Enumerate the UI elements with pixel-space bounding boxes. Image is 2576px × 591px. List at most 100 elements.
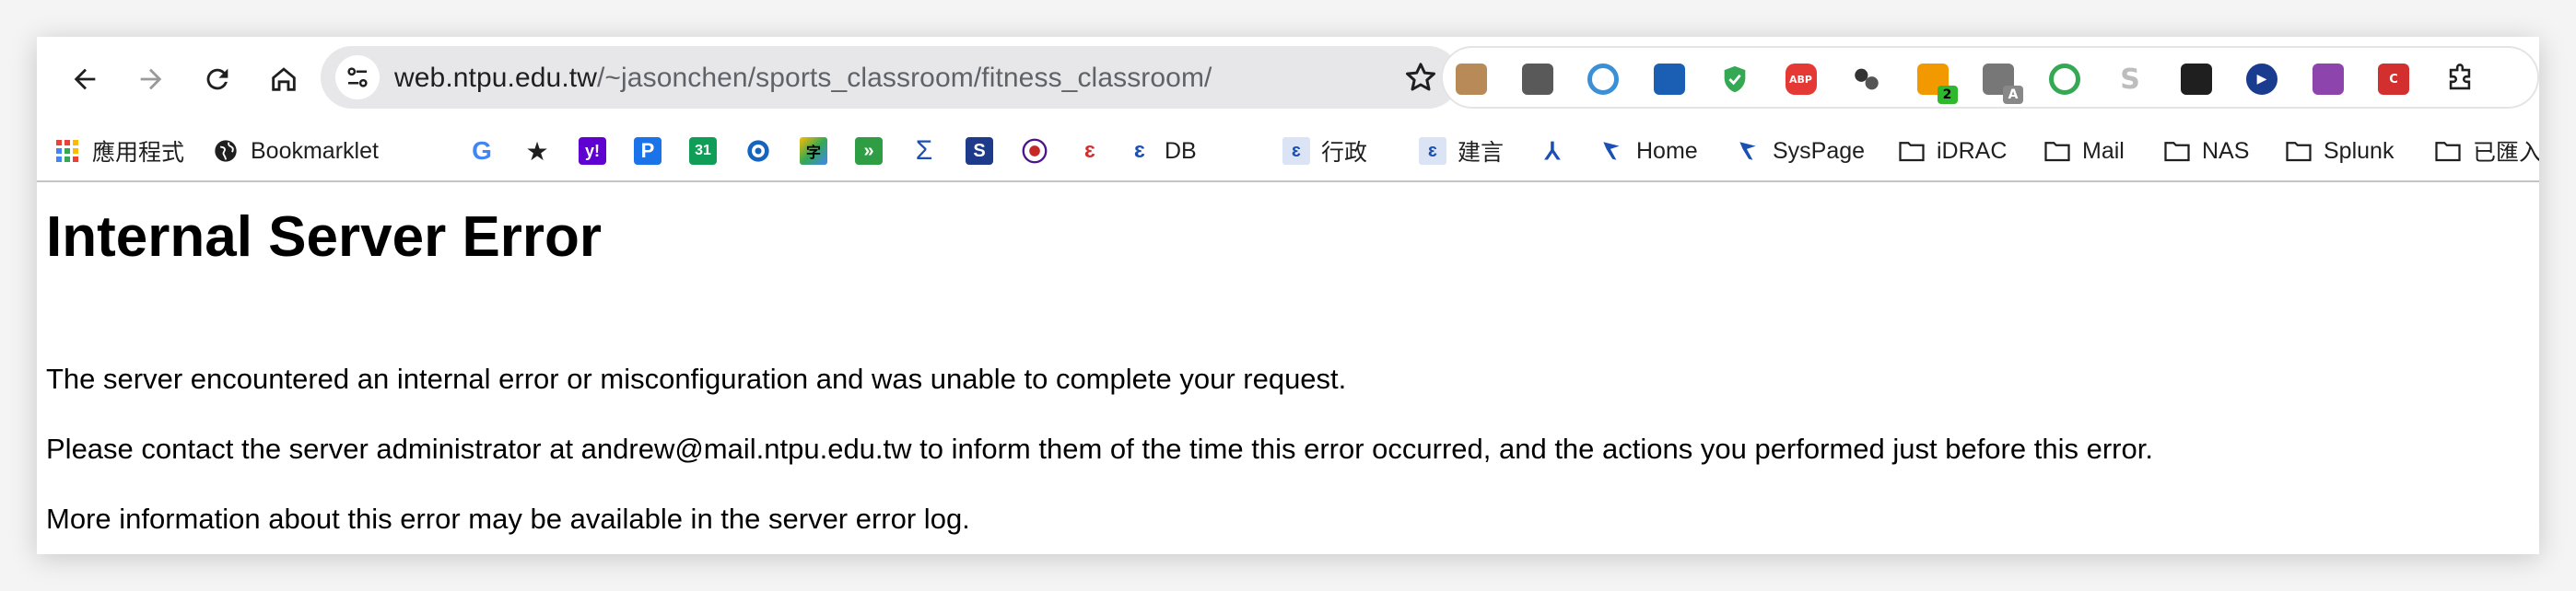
bookmark-suggest-label: 建言	[1458, 140, 1505, 166]
swoosh-tile-icon: ɛ	[1282, 137, 1310, 165]
url-path: /~jasonchen/sports_classroom/fitness_cla…	[596, 63, 1212, 93]
bookmark-apps[interactable]: 應用程式	[53, 134, 184, 168]
home-icon	[272, 67, 296, 91]
bookmark-stripes[interactable]: S	[966, 134, 993, 168]
blue-book-icon[interactable]	[1653, 64, 1685, 95]
error-message-3: More information about this error may be…	[46, 503, 970, 535]
bookmark-runner[interactable]: ⅄	[1539, 134, 1566, 168]
stripes-logo-icon: S	[966, 137, 993, 165]
gray-s-icon[interactable]: S	[2114, 64, 2146, 96]
bookmark-folder-nas[interactable]: NAS	[2163, 134, 2249, 168]
bookmark-db[interactable]: ɛ DB	[1126, 134, 1197, 168]
puzzle-icon[interactable]	[2444, 64, 2476, 95]
tune-icon	[347, 67, 368, 87]
folder-icon	[2043, 137, 2071, 165]
bookmark-folder-idrac[interactable]: iDRAC	[1898, 134, 2007, 168]
bookmark-nas-label: NAS	[2202, 137, 2250, 164]
bookmark-seal[interactable]	[1021, 134, 1048, 168]
purple-download-icon[interactable]	[2312, 64, 2344, 95]
download-arrow-icon[interactable]: 2	[1916, 64, 1958, 104]
bookmark-home[interactable]: Home	[1598, 134, 1698, 168]
bookmark-bookmarklet-label: Bookmarklet	[251, 137, 379, 164]
extension-badge: A	[2003, 86, 2023, 104]
folder-icon	[1898, 137, 1926, 165]
bookmark-db-label: DB	[1165, 137, 1197, 164]
bookmark-idrac-label: iDRAC	[1937, 137, 2008, 164]
apps-grid-icon	[53, 137, 81, 165]
bookmark-folder-imported[interactable]: 已匯入	[2434, 134, 2539, 168]
bookmark-star[interactable]: ★	[523, 134, 551, 168]
university-seal-icon	[1021, 137, 1048, 165]
bookmark-home-label: Home	[1636, 137, 1698, 164]
green-chevron-icon: »	[855, 137, 883, 165]
tampermonkey-icon[interactable]	[2180, 64, 2212, 95]
bookmark-p[interactable]: P	[634, 134, 662, 168]
bookmark-target[interactable]	[744, 134, 772, 168]
runner-icon: ⅄	[1545, 136, 1560, 165]
bitwarden-icon[interactable]	[1521, 64, 1553, 95]
bookmark-syspage[interactable]: SysPage	[1734, 134, 1865, 168]
star-outline-icon[interactable]	[1402, 59, 1439, 96]
calendar-icon: 31	[689, 137, 717, 165]
globe-icon	[212, 137, 240, 165]
bookmark-swoosh[interactable]: ɛ	[1076, 134, 1104, 168]
url-text[interactable]: web.ntpu.edu.tw/~jasonchen/sports_classr…	[394, 63, 1212, 94]
swoosh-logo-icon: ɛ	[1084, 138, 1095, 163]
color-picker-icon[interactable]	[1587, 64, 1619, 95]
arrow-left-icon	[74, 68, 96, 90]
bookmark-folder-splunk[interactable]: Splunk	[2285, 134, 2394, 168]
address-bar[interactable]: web.ntpu.edu.tw/~jasonchen/sports_classr…	[321, 46, 1459, 109]
target-icon	[744, 137, 772, 165]
extensions-area: ABP 2 A S ▶ C	[1441, 46, 2539, 109]
browser-window: web.ntpu.edu.tw/~jasonchen/sports_classr…	[37, 37, 2539, 554]
swoosh-tile-icon: ɛ	[1419, 137, 1446, 165]
green-ring-icon[interactable]	[2048, 64, 2080, 95]
circles-icon[interactable]	[1851, 64, 1882, 95]
colorful-tile-icon: 字	[800, 137, 827, 165]
reload-button[interactable]	[193, 55, 241, 103]
error-title: Internal Server Error	[46, 205, 603, 269]
folder-icon	[2434, 137, 2462, 165]
play-circle-icon[interactable]: ▶	[2246, 64, 2277, 95]
bookmark-splunk-label: Splunk	[2324, 137, 2395, 164]
bookmark-sigma[interactable]: Σ	[910, 134, 938, 168]
red-c-icon[interactable]: C	[2378, 64, 2409, 95]
browser-toolbar: web.ntpu.edu.tw/~jasonchen/sports_classr…	[37, 37, 2539, 122]
bookmark-imported-label: 已匯入	[2473, 140, 2539, 166]
google-icon: G	[472, 136, 492, 165]
blue-flag-icon	[1598, 137, 1625, 165]
bookmark-suggest[interactable]: ɛ 建言	[1419, 134, 1504, 168]
bookmark-admin[interactable]: ɛ 行政	[1282, 134, 1367, 168]
reload-icon	[206, 68, 228, 90]
folder-icon	[2163, 137, 2191, 165]
arrow-right-icon	[140, 68, 162, 90]
bookmark-folder-mail[interactable]: Mail	[2043, 134, 2125, 168]
folder-icon	[2285, 137, 2313, 165]
blue-flag-icon	[1734, 137, 1762, 165]
bookmark-google[interactable]: G	[468, 134, 496, 168]
swoosh-logo-icon: ɛ	[1134, 138, 1145, 163]
extension-badge: 2	[1937, 86, 1958, 104]
bookmark-yahoo[interactable]: y!	[579, 134, 606, 168]
bookmark-calendar[interactable]: 31	[689, 134, 717, 168]
p-logo-icon: P	[634, 137, 662, 165]
bookmark-admin-label: 行政	[1321, 140, 1368, 166]
url-host: web.ntpu.edu.tw	[394, 63, 597, 93]
error-message-2: Please contact the server administrator …	[46, 433, 2153, 465]
error-message-1: The server encountered an internal error…	[46, 363, 1347, 395]
page-content: Internal Server Error The server encount…	[37, 182, 2539, 554]
home-button[interactable]	[260, 55, 308, 103]
adblock-plus-icon[interactable]: ABP	[1785, 64, 1817, 95]
bookmark-bookmarklet[interactable]: Bookmarklet	[212, 134, 379, 168]
bookmark-colorful[interactable]: 字	[800, 134, 827, 168]
translate-icon[interactable]: A	[1983, 64, 2023, 104]
cookie-icon[interactable]	[1456, 64, 1487, 95]
bookmark-syspage-label: SysPage	[1773, 137, 1866, 164]
site-info-button[interactable]	[335, 55, 380, 99]
shield-check-icon[interactable]	[1719, 64, 1751, 95]
forward-button[interactable]	[127, 55, 175, 103]
bookmark-apps-label: 應用程式	[92, 140, 185, 166]
back-button[interactable]	[61, 55, 109, 103]
bookmark-green-arrow[interactable]: »	[855, 134, 883, 168]
yahoo-icon: y!	[579, 137, 606, 165]
